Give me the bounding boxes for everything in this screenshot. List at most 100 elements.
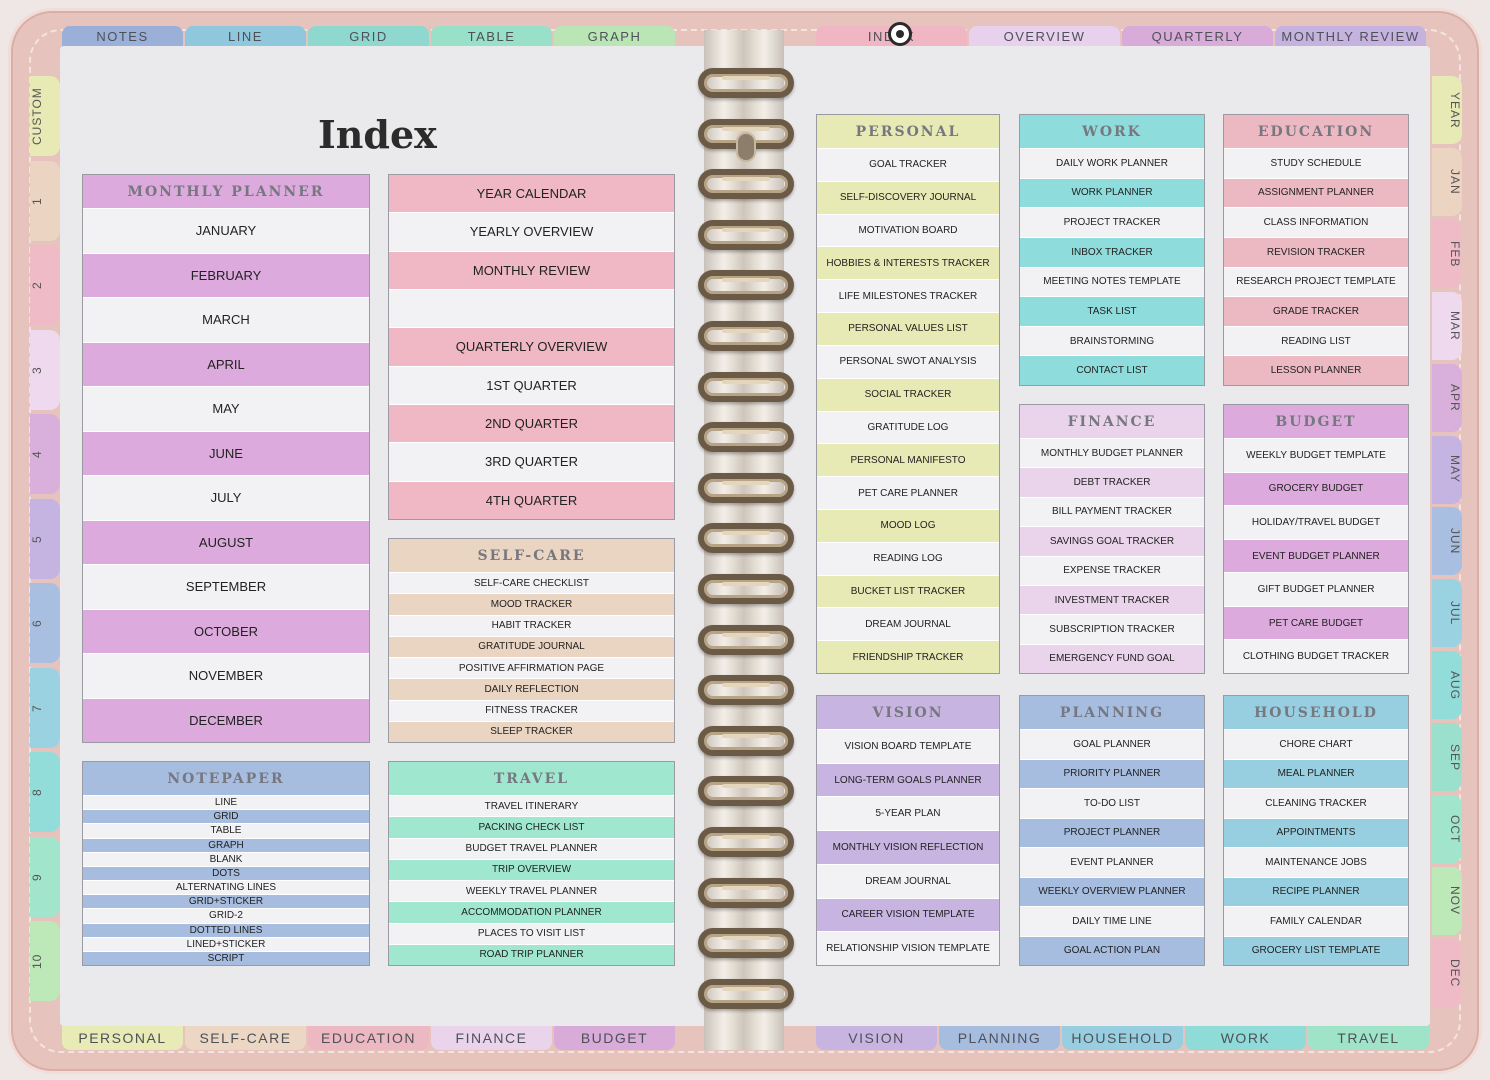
left-side-tab-4[interactable]: 4 xyxy=(30,414,60,494)
index-link-grocery-list-template[interactable]: GROCERY LIST TEMPLATE xyxy=(1224,936,1408,965)
right-side-tab-may[interactable]: MAY xyxy=(1432,435,1462,504)
right-side-tab-year[interactable]: YEAR xyxy=(1432,76,1462,144)
section-header[interactable]: MONTHLY PLANNER xyxy=(83,175,369,209)
index-link-1st-quarter[interactable]: 1ST QUARTER xyxy=(389,366,674,405)
index-link-clothing-budget-tracker[interactable]: CLOTHING BUDGET TRACKER xyxy=(1224,640,1408,674)
right-side-tab-jun[interactable]: JUN xyxy=(1432,507,1462,576)
top-tab-overview[interactable]: OVERVIEW xyxy=(969,26,1120,48)
index-link-contact-list[interactable]: CONTACT LIST xyxy=(1020,356,1204,385)
index-link-july[interactable]: JULY xyxy=(83,476,369,521)
index-link-line[interactable]: LINE xyxy=(83,796,369,811)
index-link-debt-tracker[interactable]: DEBT TRACKER xyxy=(1020,468,1204,498)
right-side-tab-dec[interactable]: DEC xyxy=(1432,938,1462,1007)
right-side-tab-nov[interactable]: NOV xyxy=(1432,866,1462,935)
index-link-self-discovery-journal[interactable]: SELF-DISCOVERY JOURNAL xyxy=(817,181,999,215)
index-link-road-trip-planner[interactable]: ROAD TRIP PLANNER xyxy=(389,944,674,965)
left-side-tab-10[interactable]: 10 xyxy=(30,921,60,1001)
index-link-self-care-checklist[interactable]: SELF-CARE CHECKLIST xyxy=(389,573,674,595)
section-header[interactable]: PERSONAL xyxy=(817,115,999,149)
index-link-grid-sticker[interactable]: GRID+STICKER xyxy=(83,895,369,910)
index-link-daily-work-planner[interactable]: DAILY WORK PLANNER xyxy=(1020,149,1204,179)
section-header[interactable]: EDUCATION xyxy=(1224,115,1408,149)
index-link-bucket-list-tracker[interactable]: BUCKET LIST TRACKER xyxy=(817,575,999,609)
index-link-family-calendar[interactable]: FAMILY CALENDAR xyxy=(1224,907,1408,937)
bottom-tab-work[interactable]: WORK xyxy=(1185,1026,1306,1050)
left-side-tab-9[interactable]: 9 xyxy=(30,836,60,917)
index-link-emergency-fund-goal[interactable]: EMERGENCY FUND GOAL xyxy=(1020,644,1204,673)
index-link-event-planner[interactable]: EVENT PLANNER xyxy=(1020,848,1204,878)
index-link-places-to-visit-list[interactable]: PLACES TO VISIT LIST xyxy=(389,923,674,945)
section-header[interactable]: HOUSEHOLD xyxy=(1224,696,1408,730)
right-side-tab-jul[interactable]: JUL xyxy=(1432,579,1462,648)
index-link-grid[interactable]: GRID xyxy=(83,810,369,825)
right-side-tab-oct[interactable]: OCT xyxy=(1432,795,1462,863)
index-link-inbox-tracker[interactable]: INBOX TRACKER xyxy=(1020,237,1204,268)
index-link-october[interactable]: OCTOBER xyxy=(83,609,369,654)
index-link-april[interactable]: APRIL xyxy=(83,342,369,387)
index-link-research-project-template[interactable]: RESEARCH PROJECT TEMPLATE xyxy=(1224,267,1408,298)
index-link-reading-list[interactable]: READING LIST xyxy=(1224,326,1408,357)
index-link-5-year-plan[interactable]: 5-YEAR PLAN xyxy=(817,797,999,832)
section-header[interactable]: TRAVEL xyxy=(389,762,674,796)
index-link-graph[interactable]: GRAPH xyxy=(83,838,369,853)
left-side-tab-6[interactable]: 6 xyxy=(30,583,60,663)
index-link-pet-care-budget[interactable]: PET CARE BUDGET xyxy=(1224,606,1408,641)
index-link-positive-affirmation-page[interactable]: POSITIVE AFFIRMATION PAGE xyxy=(389,658,674,680)
index-link-project-planner[interactable]: PROJECT PLANNER xyxy=(1020,818,1204,848)
index-link-fitness-tracker[interactable]: FITNESS TRACKER xyxy=(389,700,674,722)
index-link-reading-log[interactable]: READING LOG xyxy=(817,542,999,576)
index-link-script[interactable]: SCRIPT xyxy=(83,951,369,966)
index-link-weekly-overview-planner[interactable]: WEEKLY OVERVIEW PLANNER xyxy=(1020,877,1204,907)
index-link-project-tracker[interactable]: PROJECT TRACKER xyxy=(1020,208,1204,238)
index-link-gratitude-log[interactable]: GRATITUDE LOG xyxy=(817,411,999,445)
bottom-tab-self-care[interactable]: SELF-CARE xyxy=(185,1026,306,1050)
index-link-hobbies-interests-tracker[interactable]: HOBBIES & INTERESTS TRACKER xyxy=(817,247,999,281)
section-header[interactable]: PLANNING xyxy=(1020,696,1204,730)
right-side-tab-feb[interactable]: FEB xyxy=(1432,219,1462,288)
index-link-weekly-travel-planner[interactable]: WEEKLY TRAVEL PLANNER xyxy=(389,881,674,903)
index-link-dots[interactable]: DOTS xyxy=(83,866,369,882)
index-link-4th-quarter[interactable]: 4TH QUARTER xyxy=(389,481,674,519)
right-side-tab-aug[interactable]: AUG xyxy=(1432,651,1462,720)
index-link-to-do-list[interactable]: TO-DO LIST xyxy=(1020,789,1204,819)
section-header[interactable]: FINANCE xyxy=(1020,405,1204,439)
top-tab-table[interactable]: TABLE xyxy=(431,26,552,48)
index-link-relationship-vision-template[interactable]: RELATIONSHIP VISION TEMPLATE xyxy=(817,932,999,966)
index-link-meeting-notes-template[interactable]: MEETING NOTES TEMPLATE xyxy=(1020,267,1204,298)
index-link-alternating-lines[interactable]: ALTERNATING LINES xyxy=(83,881,369,896)
index-link-habit-tracker[interactable]: HABIT TRACKER xyxy=(389,615,674,637)
index-link-dream-journal[interactable]: DREAM JOURNAL xyxy=(817,608,999,642)
index-link-event-budget-planner[interactable]: EVENT BUDGET PLANNER xyxy=(1224,539,1408,574)
top-tab-notes[interactable]: NOTES xyxy=(62,26,183,48)
index-link-goal-tracker[interactable]: GOAL TRACKER xyxy=(817,149,999,182)
index-link-february[interactable]: FEBRUARY xyxy=(83,253,369,298)
bottom-tab-personal[interactable]: PERSONAL xyxy=(62,1026,183,1050)
index-link-vision-board-template[interactable]: VISION BOARD TEMPLATE xyxy=(817,730,999,764)
right-side-tab-sep[interactable]: SEP xyxy=(1432,723,1462,792)
index-link-holiday-travel-budget[interactable]: HOLIDAY/TRAVEL BUDGET xyxy=(1224,506,1408,540)
index-link-quarterly-overview[interactable]: QUARTERLY OVERVIEW xyxy=(389,328,674,367)
index-link-recipe-planner[interactable]: RECIPE PLANNER xyxy=(1224,877,1408,907)
index-link-march[interactable]: MARCH xyxy=(83,298,369,343)
index-link-sleep-tracker[interactable]: SLEEP TRACKER xyxy=(389,721,674,742)
index-link-chore-chart[interactable]: CHORE CHART xyxy=(1224,730,1408,760)
section-header[interactable]: VISION xyxy=(817,696,999,730)
left-side-tab-2[interactable]: 2 xyxy=(30,245,60,325)
index-link-may[interactable]: MAY xyxy=(83,387,369,432)
bottom-tab-household[interactable]: HOUSEHOLD xyxy=(1062,1026,1183,1050)
left-side-tab-7[interactable]: 7 xyxy=(30,667,60,748)
index-link-grid-2[interactable]: GRID-2 xyxy=(83,909,369,924)
index-link-trip-overview[interactable]: TRIP OVERVIEW xyxy=(389,859,674,881)
index-link-monthly-budget-planner[interactable]: MONTHLY BUDGET PLANNER xyxy=(1020,439,1204,469)
index-link-blank[interactable]: BLANK xyxy=(83,852,369,867)
index-link-grade-tracker[interactable]: GRADE TRACKER xyxy=(1224,297,1408,327)
index-link-investment-tracker[interactable]: INVESTMENT TRACKER xyxy=(1020,585,1204,616)
section-header[interactable]: BUDGET xyxy=(1224,405,1408,439)
index-link-motivation-board[interactable]: MOTIVATION BOARD xyxy=(817,214,999,248)
index-link-accommodation-planner[interactable]: ACCOMMODATION PLANNER xyxy=(389,902,674,924)
top-tab-quarterly[interactable]: QUARTERLY xyxy=(1122,26,1273,48)
bottom-tab-travel[interactable]: TRAVEL xyxy=(1308,1026,1429,1050)
index-link-dream-journal[interactable]: DREAM JOURNAL xyxy=(817,864,999,899)
index-link-cleaning-tracker[interactable]: CLEANING TRACKER xyxy=(1224,789,1408,819)
index-link-priority-planner[interactable]: PRIORITY PLANNER xyxy=(1020,759,1204,789)
